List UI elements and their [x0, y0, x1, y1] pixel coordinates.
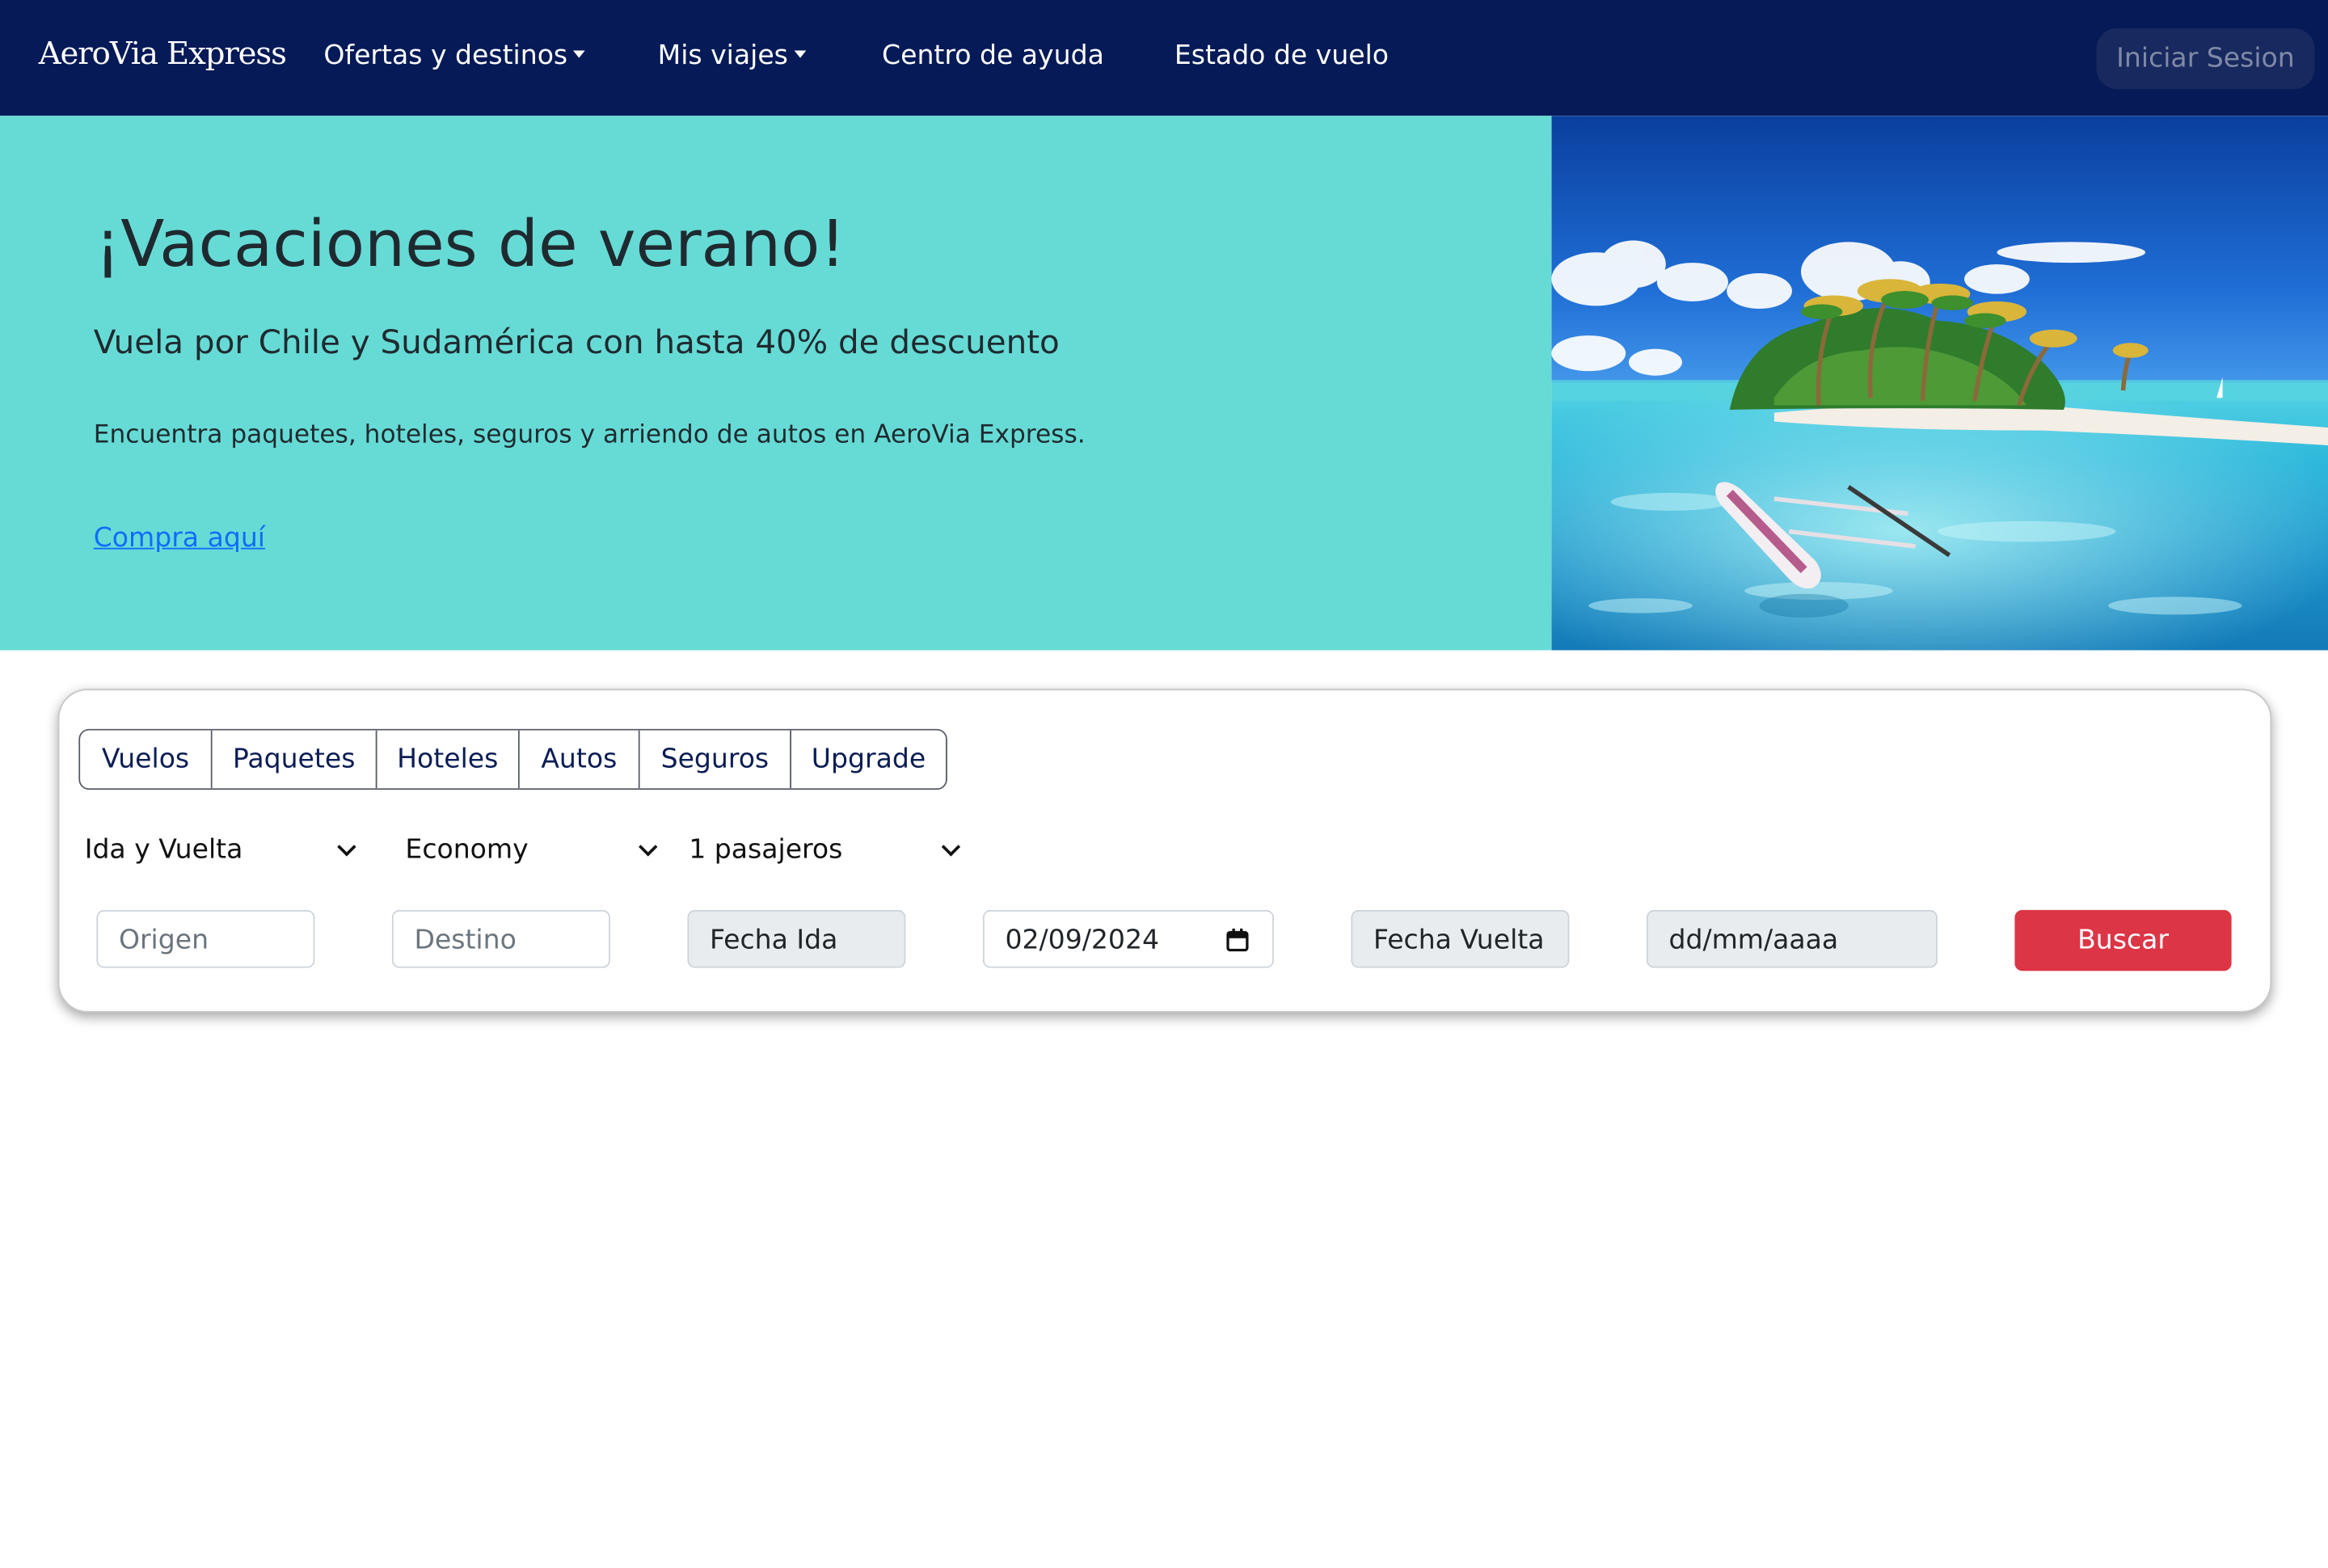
cabin-class-select[interactable]: Economy — [405, 834, 658, 870]
brand-logo[interactable]: AeroVia Express — [39, 36, 287, 71]
tab-paquetes[interactable]: Paquetes — [212, 730, 377, 789]
hero-banner: ¡Vacaciones de verano! Vuela por Chile y… — [0, 116, 1552, 651]
product-tabs: Vuelos Paquetes Hoteles Autos Seguros Up… — [78, 728, 947, 790]
departure-date-input[interactable]: 02/09/2024 — [982, 909, 1274, 968]
nav-mis-viajes[interactable]: Mis viajes — [657, 40, 806, 72]
nav-item-label: Mis viajes — [657, 40, 788, 72]
trip-type-value: Ida y Vuelta — [84, 834, 243, 866]
hero-title: ¡Vacaciones de verano! — [95, 208, 846, 282]
cabin-class-value: Economy — [405, 834, 529, 866]
search-button[interactable]: Buscar — [2014, 909, 2232, 972]
tab-autos[interactable]: Autos — [519, 730, 640, 789]
departure-date-label: Fecha Ida — [687, 909, 906, 968]
chevron-down-icon — [941, 837, 961, 857]
chevron-down-icon — [639, 837, 658, 857]
calendar-icon[interactable] — [1226, 928, 1249, 952]
destination-input[interactable]: Destino — [391, 909, 610, 968]
tab-upgrade[interactable]: Upgrade — [791, 730, 947, 789]
origin-input[interactable]: Origen — [96, 909, 315, 968]
return-date-label: Fecha Vuelta — [1351, 909, 1570, 968]
login-button[interactable]: Iniciar Sesion — [2096, 27, 2315, 90]
hero-subtitle: Vuela por Chile y Sudamérica con hasta 4… — [93, 325, 1060, 363]
caret-down-icon — [794, 49, 806, 57]
departure-date-value: 02/09/2024 — [1005, 925, 1160, 956]
tropical-island-image — [1551, 116, 2328, 651]
page: AeroVia Express Ofertas y destinos Mis v… — [0, 0, 2328, 1568]
nav-item-label: Centro de ayuda — [882, 40, 1104, 72]
tab-vuelos[interactable]: Vuelos — [80, 730, 213, 789]
nav-item-label: Estado de vuelo — [1174, 40, 1390, 72]
nav-item-label: Ofertas y destinos — [323, 40, 568, 72]
nav-ofertas-y-destinos[interactable]: Ofertas y destinos — [323, 40, 586, 72]
chevron-down-icon — [337, 837, 356, 857]
trip-type-select[interactable]: Ida y Vuelta — [85, 834, 358, 870]
top-navbar: AeroVia Express Ofertas y destinos Mis v… — [0, 0, 2328, 116]
passengers-value: 1 pasajeros — [689, 834, 843, 866]
nav-centro-de-ayuda[interactable]: Centro de ayuda — [882, 40, 1104, 72]
return-date-input[interactable]: dd/mm/aaaa — [1646, 909, 1938, 968]
buy-here-link[interactable]: Compra aquí — [94, 523, 265, 554]
nav-estado-de-vuelo[interactable]: Estado de vuelo — [1175, 40, 1389, 72]
passengers-select[interactable]: 1 pasajeros — [689, 834, 961, 870]
tab-hoteles[interactable]: Hoteles — [377, 730, 520, 789]
hero-text: Encuentra paquetes, hoteles, seguros y a… — [93, 419, 1086, 450]
caret-down-icon — [573, 49, 586, 57]
tab-seguros[interactable]: Seguros — [639, 730, 791, 789]
search-card: Vuelos Paquetes Hoteles Autos Seguros Up… — [57, 689, 2272, 1013]
